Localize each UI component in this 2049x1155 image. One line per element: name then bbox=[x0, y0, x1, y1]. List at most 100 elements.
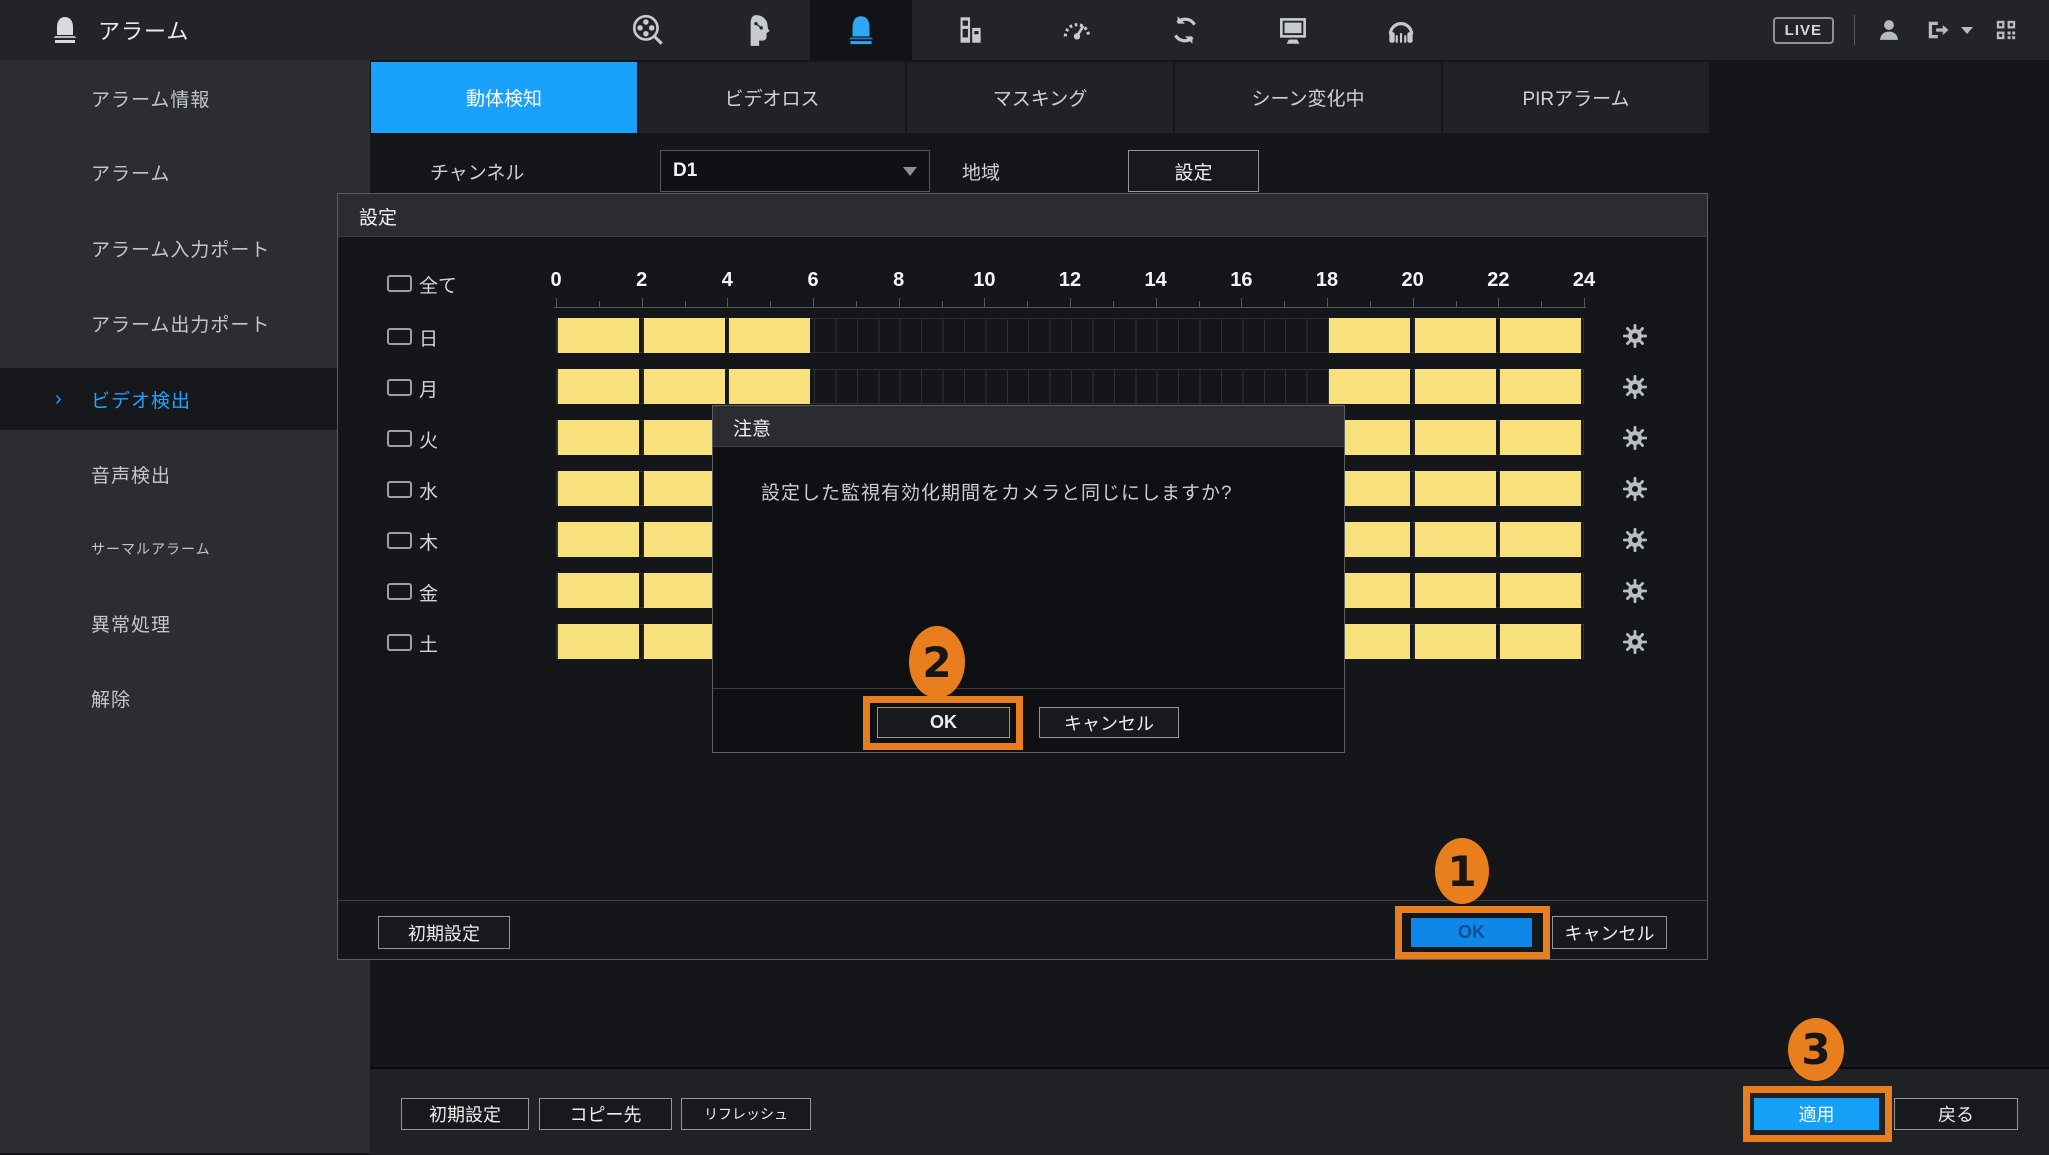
tab-2[interactable]: マスキング bbox=[907, 62, 1173, 133]
select-all-checkbox[interactable] bbox=[387, 275, 412, 292]
dialog-default-button[interactable]: 初期設定 bbox=[378, 916, 510, 949]
sidebar-item-8[interactable]: ›解除 bbox=[0, 667, 370, 729]
alarm-siren-icon[interactable] bbox=[810, 0, 912, 60]
sidebar-item-5[interactable]: ›音声検出 bbox=[0, 443, 370, 505]
day-checkbox-4[interactable] bbox=[387, 532, 412, 549]
day-label-6: 土 bbox=[419, 630, 438, 657]
schedule-period bbox=[1415, 369, 1496, 404]
schedule-period bbox=[729, 369, 810, 404]
region-setup-button[interactable]: 設定 bbox=[1128, 150, 1259, 192]
display-icon[interactable] bbox=[1242, 0, 1344, 60]
copy-to-button[interactable]: コピー先 bbox=[539, 1098, 672, 1130]
sidebar-item-4[interactable]: ›ビデオ検出 bbox=[0, 368, 370, 430]
day-checkbox-3[interactable] bbox=[387, 481, 412, 498]
schedule-period bbox=[1415, 318, 1496, 353]
day-checkbox-2[interactable] bbox=[387, 430, 412, 447]
playback-search-icon[interactable] bbox=[597, 0, 699, 60]
tab-1[interactable]: ビデオロス bbox=[639, 62, 905, 133]
gear-icon[interactable] bbox=[1623, 375, 1647, 399]
hour-label-8: 8 bbox=[859, 269, 939, 292]
audio-headset-icon[interactable] bbox=[1350, 0, 1452, 60]
gear-icon[interactable] bbox=[1623, 426, 1647, 450]
page-title: アラーム bbox=[98, 14, 189, 46]
sidebar-item-3[interactable]: ›アラーム出力ポート bbox=[0, 292, 370, 354]
modal-ok-button[interactable]: OK bbox=[877, 707, 1010, 738]
apply-button[interactable]: 適用 bbox=[1754, 1098, 1879, 1130]
ruler-tick bbox=[727, 298, 728, 307]
dialog-title-bar: 設定 bbox=[338, 194, 1707, 237]
day-checkbox-5[interactable] bbox=[387, 583, 412, 600]
refresh-button[interactable]: リフレッシュ bbox=[681, 1098, 811, 1130]
maintain-refresh-icon[interactable] bbox=[1134, 0, 1236, 60]
sidebar-item-label: 異常処理 bbox=[91, 610, 171, 637]
sidebar-item-6[interactable]: ›サーマルアラーム bbox=[0, 518, 370, 580]
caret-down-icon[interactable] bbox=[1961, 27, 1973, 34]
gear-icon[interactable] bbox=[1623, 324, 1647, 348]
day-label-0: 日 bbox=[419, 324, 438, 351]
gear-icon[interactable] bbox=[1623, 528, 1647, 552]
chevron-right-icon: › bbox=[55, 388, 62, 411]
schedule-period bbox=[558, 369, 639, 404]
dialog-ok-button[interactable]: OK bbox=[1411, 918, 1532, 947]
top-bar: アラーム LIVE bbox=[0, 0, 2049, 60]
schedule-bar-1[interactable] bbox=[556, 369, 1584, 404]
schedule-period bbox=[558, 624, 639, 659]
sidebar-item-1[interactable]: ›アラーム bbox=[0, 141, 370, 203]
ruler-tick bbox=[1113, 301, 1114, 307]
ruler-tick bbox=[1413, 298, 1414, 307]
dialog-cancel-button[interactable]: キャンセル bbox=[1552, 916, 1667, 949]
alarm-siren-logo-icon bbox=[48, 13, 82, 47]
gear-icon[interactable] bbox=[1623, 630, 1647, 654]
modal-title: 注意 bbox=[733, 414, 771, 441]
schedule-bar-0[interactable] bbox=[556, 318, 1584, 353]
storage-device-icon[interactable] bbox=[918, 0, 1020, 60]
dialog-title: 設定 bbox=[359, 203, 397, 230]
sidebar-item-label: 解除 bbox=[91, 685, 131, 712]
schedule-period bbox=[1415, 522, 1496, 557]
hour-ruler bbox=[554, 307, 1586, 308]
modal-cancel-button[interactable]: キャンセル bbox=[1039, 707, 1179, 738]
schedule-period bbox=[558, 573, 639, 608]
sidebar-item-label: アラーム情報 bbox=[91, 85, 210, 112]
ruler-tick bbox=[599, 301, 600, 307]
day-checkbox-1[interactable] bbox=[387, 379, 412, 396]
back-button[interactable]: 戻る bbox=[1894, 1098, 2018, 1130]
bottom-default-button[interactable]: 初期設定 bbox=[401, 1098, 529, 1130]
gear-icon[interactable] bbox=[1623, 477, 1647, 501]
day-label-4: 木 bbox=[419, 528, 438, 555]
schedule-period bbox=[558, 318, 639, 353]
ai-icon[interactable] bbox=[706, 0, 808, 60]
ruler-tick bbox=[1284, 301, 1285, 307]
hour-label-4: 4 bbox=[687, 269, 767, 292]
schedule-period bbox=[1415, 420, 1496, 455]
day-checkbox-6[interactable] bbox=[387, 634, 412, 651]
schedule-period bbox=[1415, 573, 1496, 608]
tab-4[interactable]: PIRアラーム bbox=[1443, 62, 1709, 133]
schedule-period bbox=[1500, 471, 1581, 506]
sidebar-item-0[interactable]: ›アラーム情報 bbox=[0, 67, 370, 129]
sidebar-item-7[interactable]: ›異常処理 bbox=[0, 592, 370, 654]
gear-icon[interactable] bbox=[1623, 579, 1647, 603]
channel-select[interactable]: D1 bbox=[660, 150, 930, 192]
logout-icon[interactable] bbox=[1923, 16, 1951, 44]
tab-0[interactable]: 動体検知 bbox=[371, 62, 637, 133]
schedule-period bbox=[1500, 522, 1581, 557]
user-icon[interactable] bbox=[1875, 16, 1903, 44]
gauge-icon[interactable] bbox=[1026, 0, 1128, 60]
hour-label-16: 16 bbox=[1201, 269, 1281, 292]
tab-3[interactable]: シーン変化中 bbox=[1175, 62, 1441, 133]
schedule-period bbox=[1500, 624, 1581, 659]
schedule-period bbox=[644, 369, 725, 404]
sidebar-item-label: サーマルアラーム bbox=[91, 539, 211, 559]
top-right-controls: LIVE bbox=[1773, 0, 2019, 60]
day-checkbox-0[interactable] bbox=[387, 328, 412, 345]
sidebar-item-2[interactable]: ›アラーム入力ポート bbox=[0, 217, 370, 279]
live-badge[interactable]: LIVE bbox=[1773, 17, 1834, 44]
divider bbox=[713, 688, 1344, 689]
qr-code-icon[interactable] bbox=[1993, 17, 2019, 43]
ruler-tick bbox=[1199, 301, 1200, 307]
channel-value: D1 bbox=[673, 160, 697, 182]
ruler-tick bbox=[642, 298, 643, 307]
schedule-period bbox=[729, 318, 810, 353]
notice-modal: 注意 設定した監視有効化期間をカメラと同じにしますか? OK キャンセル bbox=[712, 405, 1345, 753]
